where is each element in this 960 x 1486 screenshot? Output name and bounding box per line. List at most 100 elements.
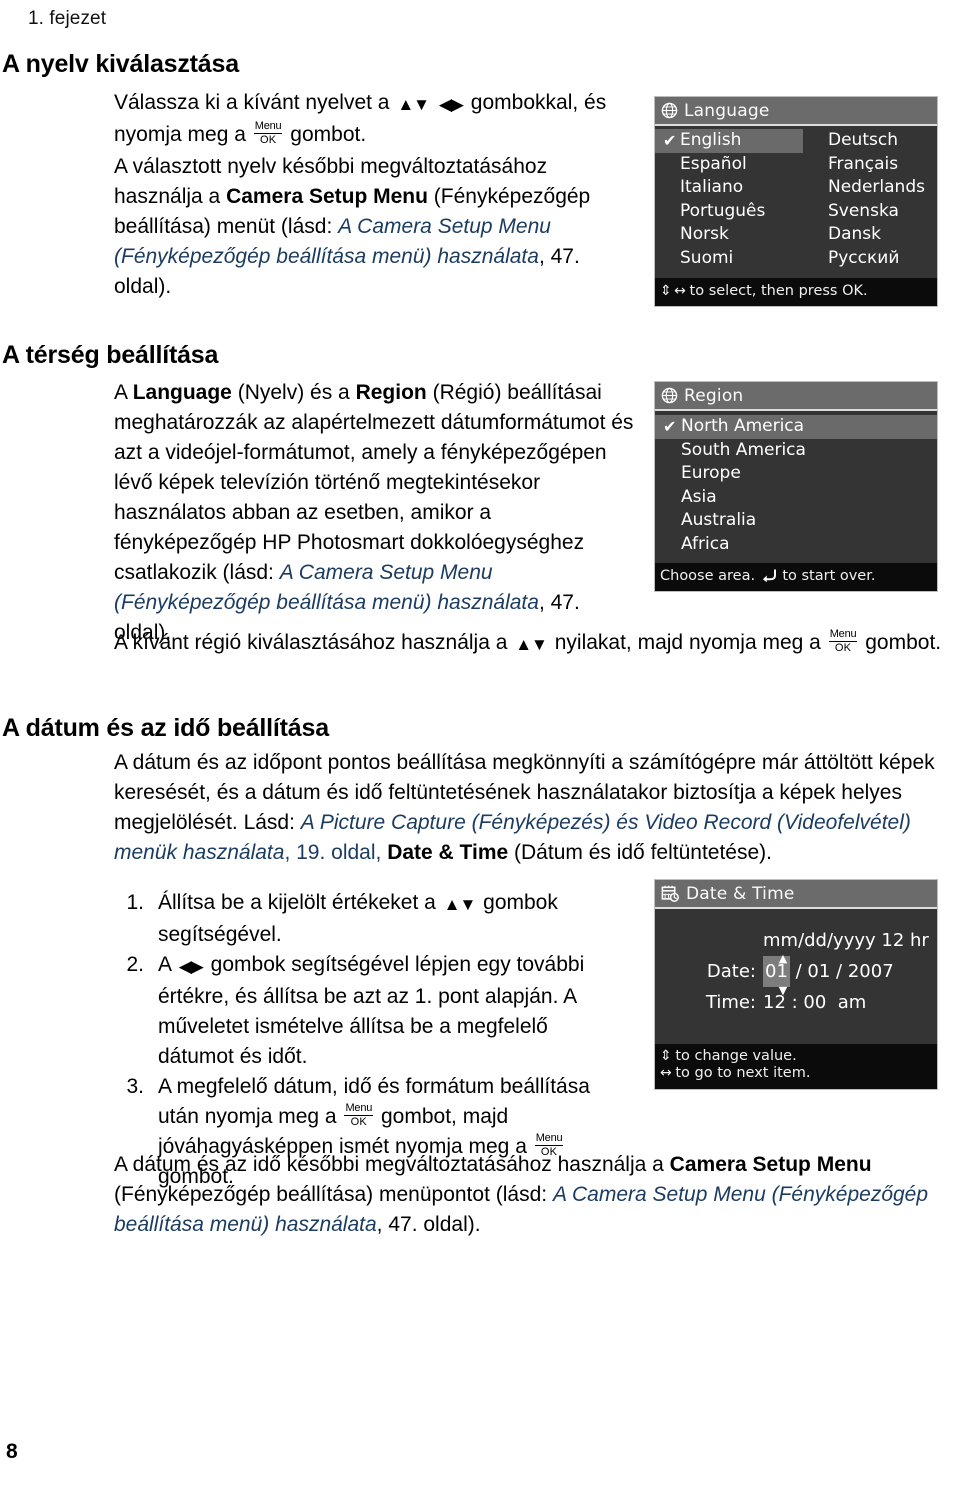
text-run: A dátum és az idő későbbi megváltoztatás… xyxy=(114,1153,670,1176)
language-option-dansk[interactable]: Dansk xyxy=(803,223,937,247)
region-option-label: South America xyxy=(681,439,806,460)
region-option-label: Europe xyxy=(681,463,741,483)
menu-ok-bottom-label: OK xyxy=(350,1116,367,1128)
paragraph-datetime-intro: A dátum és az időpont pontos beállítása … xyxy=(114,748,956,868)
datetime-fields: mm/dd/yyyy 12 hr Date: 01 / 01 / 2007 Ti… xyxy=(655,909,937,1018)
region-option-europe[interactable]: Europe xyxy=(655,462,937,486)
camera-screen-language: Language ✔ English Deutsch Español França… xyxy=(654,96,938,307)
screen-title-text: Date & Time xyxy=(686,883,795,904)
time-minute-field[interactable]: 00 xyxy=(803,987,826,1018)
date-row: Date: 01 / 01 / 2007 xyxy=(655,956,937,987)
bold-language: Language xyxy=(132,381,232,404)
paragraph-region-description: A Language (Nyelv) és a Region (Régió) b… xyxy=(114,378,634,648)
heading-datetime: A dátum és az idő beállítása xyxy=(2,714,329,742)
region-option-label: Asia xyxy=(681,486,717,507)
datetime-body: ▲ ▼ mm/dd/yyyy 12 hr Date: 01 / 01 / 200… xyxy=(655,909,937,1044)
language-list-body: ✔ English Deutsch Español Français Italia… xyxy=(655,126,937,278)
text-run: gombot. xyxy=(859,631,942,654)
bold-camera-setup-menu: Camera Setup Menu xyxy=(669,1153,872,1176)
text-run: A xyxy=(114,381,133,404)
region-option-south-america[interactable]: South America xyxy=(655,439,937,463)
region-option-label: Australia xyxy=(681,510,757,530)
paragraph-datetime-change-later: A dátum és az idő későbbi megváltoztatás… xyxy=(114,1150,956,1240)
region-option-label: North America xyxy=(681,416,805,436)
bold-date-time: Date & Time xyxy=(387,841,509,864)
menu-ok-top-label: Menu xyxy=(828,628,858,642)
language-option-francais[interactable]: Français xyxy=(803,153,937,177)
updown-hint-icon: ⇕ xyxy=(660,1048,672,1064)
footer-hint-text: to go to next item. xyxy=(675,1065,811,1081)
footer-hint-text-2: to start over. xyxy=(782,568,876,584)
page-number: 8 xyxy=(6,1440,18,1463)
leftright-hint-icon: ↔ xyxy=(660,1065,672,1081)
language-option-label: Deutsch xyxy=(828,130,898,150)
list-item: 1. Állítsa be a kijelölt értékeket a ▲▼ g… xyxy=(114,888,626,950)
caret-up-icon: ▲ xyxy=(778,952,788,965)
text-run: (Dátum és idő feltüntetése). xyxy=(508,841,772,864)
language-option-russian[interactable]: Русский xyxy=(803,247,937,271)
language-option-svenska[interactable]: Svenska xyxy=(803,200,937,224)
language-option-espanol[interactable]: Español xyxy=(655,153,803,177)
footer-hint-row-2: ↔ to go to next item. xyxy=(660,1065,932,1082)
text-run: gombot. xyxy=(284,123,367,146)
bold-camera-setup-menu: Camera Setup Menu xyxy=(226,185,428,208)
screen-title-text: Region xyxy=(684,385,744,406)
text-run: , 19. oldal, xyxy=(284,841,388,864)
text-run: , 47. oldal). xyxy=(376,1213,481,1236)
menu-ok-top-label: Menu xyxy=(534,1132,564,1146)
language-option-deutsch[interactable]: Deutsch xyxy=(803,129,937,153)
language-option-english[interactable]: ✔ English xyxy=(655,129,803,153)
region-list: ✔ North America South America Europe Asia… xyxy=(655,411,937,556)
language-option-label: Norsk xyxy=(680,224,729,244)
menu-ok-bottom-label: OK xyxy=(834,642,852,654)
text-run: A kívánt régió kiválasztásához használja… xyxy=(114,631,514,654)
region-option-australia[interactable]: Australia xyxy=(655,509,937,533)
region-option-north-america[interactable]: ✔ North America xyxy=(655,415,937,439)
region-option-asia[interactable]: Asia xyxy=(655,486,937,510)
screen-footer-hint: ⇕ ↔ to select, then press OK. xyxy=(655,278,937,306)
back-arrow-icon xyxy=(760,568,778,588)
menu-ok-button-glyph: Menu OK xyxy=(253,121,283,146)
heading-language: A nyelv kiválasztása xyxy=(2,50,239,78)
date-year-field[interactable]: 2007 xyxy=(848,956,894,987)
region-option-africa[interactable]: Africa xyxy=(655,533,937,557)
paragraph-language-select: Válassza ki a kívánt nyelvet a ▲▼ ◀▶ gom… xyxy=(114,88,634,150)
language-option-label: Suomi xyxy=(680,247,734,268)
datetime-steps-list: 1. Állítsa be a kijelölt értékeket a ▲▼ g… xyxy=(114,888,626,1192)
text-run: A megfelelő dátum, idő és formátum beáll… xyxy=(158,1075,590,1128)
document-page: 1. fejezet A nyelv kiválasztása Válassza… xyxy=(0,0,960,1486)
caret-down-icon: ▼ xyxy=(778,984,788,997)
step-number: 1. xyxy=(126,891,144,914)
leftright-arrows-icon: ◀▶ xyxy=(438,95,464,114)
step-number: 2. xyxy=(126,953,144,976)
language-option-suomi[interactable]: Suomi xyxy=(655,247,803,271)
time-ampm-field[interactable]: am xyxy=(838,987,867,1018)
leftright-arrows-icon: ◀▶ xyxy=(178,957,204,976)
text-run: Válassza ki a kívánt nyelvet a xyxy=(114,91,396,114)
date-day-field[interactable]: 01 xyxy=(807,956,830,987)
footer-hint-text: to select, then press OK. xyxy=(689,283,868,299)
language-option-nederlands[interactable]: Nederlands xyxy=(803,176,937,200)
language-option-norsk[interactable]: Norsk xyxy=(655,223,803,247)
paragraph-language-change-later: A választott nyelv későbbi megváltoztatá… xyxy=(114,152,634,302)
text-run: (Nyelv) és a xyxy=(231,381,356,404)
language-option-label: Español xyxy=(680,153,747,174)
camera-screen-datetime: Date & Time ▲ ▼ mm/dd/yyyy 12 hr Date: 0… xyxy=(654,879,938,1090)
language-option-italiano[interactable]: Italiano xyxy=(655,176,803,200)
language-option-label: Dansk xyxy=(828,224,881,244)
region-option-label: Africa xyxy=(681,533,730,554)
menu-ok-button-glyph: Menu OK xyxy=(828,628,858,654)
menu-ok-button-glyph: Menu OK xyxy=(344,1102,374,1128)
menu-ok-top-label: Menu xyxy=(344,1102,374,1116)
updown-arrows-icon: ▲▼ xyxy=(397,95,430,114)
format-spacer xyxy=(655,925,763,956)
text-run: Állítsa be a kijelölt értékeket a xyxy=(158,891,442,914)
globe-icon xyxy=(661,387,678,404)
footer-hint-text: to change value. xyxy=(675,1048,797,1064)
time-spacer xyxy=(826,987,837,1018)
paragraph-region-select: A kívánt régió kiválasztásához használja… xyxy=(114,628,950,660)
footer-hint-text: Choose area. xyxy=(660,568,756,584)
language-option-label: English xyxy=(680,130,742,150)
language-option-portugues[interactable]: Português xyxy=(655,200,803,224)
running-head: 1. fejezet xyxy=(28,8,107,29)
